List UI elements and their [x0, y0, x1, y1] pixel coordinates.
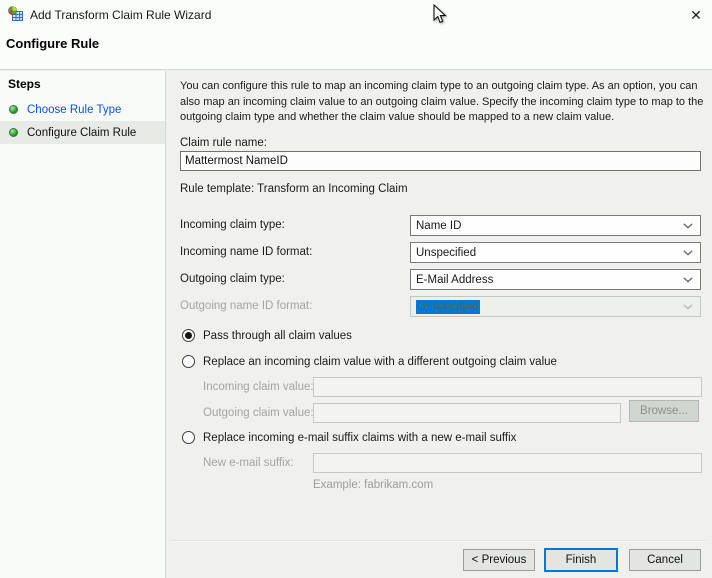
chevron-down-icon — [683, 223, 693, 229]
add-transform-claim-rule-wizard-dialog: Add Transform Claim Rule Wizard ✕ Config… — [0, 0, 712, 578]
rule-template-text: Rule template: Transform an Incoming Cla… — [180, 183, 408, 195]
outgoing-claim-value-field — [313, 403, 621, 423]
outgoing-name-id-format-select: Unspecified — [410, 296, 701, 317]
step-label: Configure Claim Rule — [27, 127, 136, 139]
chevron-down-icon — [683, 304, 693, 310]
cancel-button[interactable]: Cancel — [629, 549, 701, 571]
sidebar-item-choose-rule-type: Choose Rule Type — [0, 98, 165, 121]
claim-rule-wizard-icon — [8, 6, 24, 22]
sidebar-item-configure-claim-rule: Configure Claim Rule — [0, 121, 165, 144]
window-title: Add Transform Claim Rule Wizard — [30, 8, 211, 22]
selected-value: Unspecified — [416, 247, 476, 259]
close-icon: ✕ — [690, 7, 702, 24]
outgoing-claim-value-label: Outgoing claim value: — [203, 407, 314, 419]
step-complete-icon — [9, 105, 18, 114]
step-label: Choose Rule Type — [27, 104, 121, 116]
replace-suffix-label: Replace incoming e-mail suffix claims wi… — [203, 432, 516, 444]
new-email-suffix-field — [313, 453, 702, 473]
claim-rule-name-input[interactable] — [180, 151, 701, 171]
pass-through-label: Pass through all claim values — [203, 330, 352, 342]
replace-value-label: Replace an incoming claim value with a d… — [203, 356, 557, 368]
finish-button[interactable]: Finish — [544, 548, 618, 572]
selected-value: E-Mail Address — [416, 274, 493, 286]
pass-through-radio[interactable] — [182, 329, 195, 342]
new-email-suffix-label: New e-mail suffix: — [203, 457, 294, 469]
incoming-claim-value-label: Incoming claim value: — [203, 381, 314, 393]
intro-text: You can configure this rule to map an in… — [180, 79, 708, 126]
browse-button: Browse... — [629, 400, 699, 422]
window-header: Add Transform Claim Rule Wizard ✕ Config… — [0, 0, 712, 70]
incoming-name-id-format-select[interactable]: Unspecified — [410, 242, 701, 263]
selected-value-highlighted: Unspecified — [416, 300, 480, 314]
claim-rule-name-label: Claim rule name: — [180, 137, 267, 149]
steps-sidebar: Steps Choose Rule Type Configure Claim R… — [0, 71, 166, 578]
incoming-claim-type-label: Incoming claim type: — [180, 219, 285, 231]
selected-value: Name ID — [416, 220, 461, 232]
replace-value-radio[interactable] — [182, 355, 195, 368]
footer-divider — [170, 540, 706, 542]
outgoing-name-id-format-label: Outgoing name ID format: — [180, 300, 312, 312]
incoming-claim-value-field — [313, 377, 702, 397]
close-button[interactable]: ✕ — [684, 4, 708, 26]
previous-button[interactable]: < Previous — [463, 549, 535, 571]
replace-suffix-radio[interactable] — [182, 431, 195, 444]
mouse-cursor-icon — [433, 4, 447, 25]
page-title: Configure Rule — [6, 36, 99, 51]
chevron-down-icon — [683, 250, 693, 256]
example-text: Example: fabrikam.com — [313, 479, 433, 491]
incoming-name-id-format-label: Incoming name ID format: — [180, 246, 312, 258]
steps-heading: Steps — [8, 77, 41, 91]
outgoing-claim-type-label: Outgoing claim type: — [180, 273, 285, 285]
chevron-down-icon — [683, 277, 693, 283]
step-complete-icon — [9, 128, 18, 137]
outgoing-claim-type-select[interactable]: E-Mail Address — [410, 269, 701, 290]
incoming-claim-type-select[interactable]: Name ID — [410, 215, 701, 236]
